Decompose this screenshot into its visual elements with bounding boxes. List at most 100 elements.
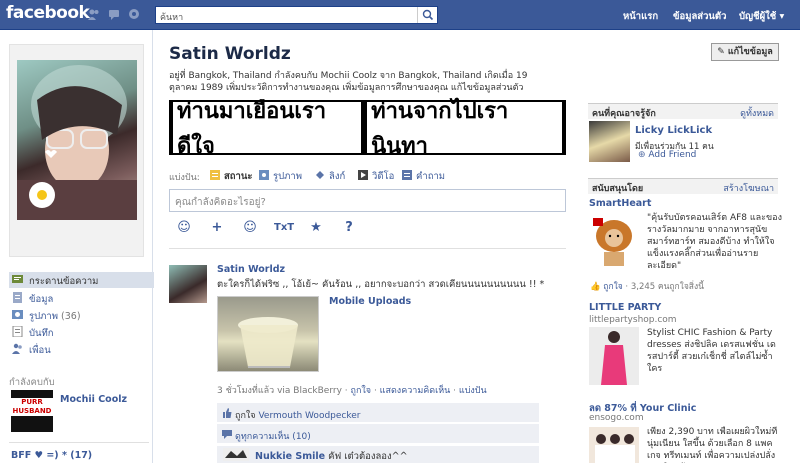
share-link[interactable]: แบ่งปัน (459, 386, 487, 396)
like-link[interactable]: ถูกใจ (351, 386, 372, 396)
ad-like-link[interactable]: ถูกใจ (603, 282, 622, 292)
comment-row: Nukkie Smile คัฟ เต๋วต้องลอง^^ (217, 446, 539, 463)
status-icon (210, 170, 220, 180)
profile-picture-frame (9, 44, 144, 257)
facebook-logo[interactable]: facebook (6, 3, 90, 23)
ad-image-clinic[interactable] (589, 427, 639, 463)
nav-home[interactable]: หน้าแรก (623, 9, 658, 24)
ad-text[interactable]: Stylist CHIC Fashion & Party dresses ส่ง… (647, 327, 782, 375)
wall-icon (12, 275, 23, 283)
ad-image-dog[interactable] (589, 214, 639, 272)
friend-requests-icon[interactable] (88, 8, 100, 20)
add-friend-button[interactable]: ⊕ Add Friend (638, 150, 696, 160)
create-ad-link[interactable]: สร้างโฆษณา (723, 181, 774, 195)
sidebar-item-label: รูปภาพ (36) (29, 311, 81, 322)
status-input[interactable]: คุณกำลังคิดอะไรอยู่? (175, 195, 266, 210)
star-tool[interactable]: ★ (306, 218, 326, 238)
pymk-see-all-link[interactable]: ดูทั้งหมด (740, 106, 774, 120)
sponsored-header: สนับสนุนโดย สร้างโฆษณา (588, 178, 778, 194)
help-tool[interactable]: ? (339, 218, 359, 238)
photos-icon (12, 310, 23, 319)
nav-account[interactable]: บัญชีผู้ใช้ ▾ (739, 9, 784, 24)
sidebar-item-notes[interactable]: บันทึก (9, 324, 154, 340)
divider (169, 248, 566, 249)
text-tool[interactable]: TxT (274, 218, 294, 238)
sponsored-heading: สนับสนุนโดย (592, 184, 644, 194)
comment-text: คัฟ เต๋วต้องลอง^^ (328, 451, 408, 462)
emoticon-tool[interactable]: ☺ (174, 218, 194, 238)
pymk-header: คนที่คุณอาจรู้จัก ดูทั้งหมด (588, 103, 778, 119)
ad-text[interactable]: เพียง 2,390 บาท เพื่อเผยผิวใหม่ที่นุ่มเน… (647, 426, 782, 463)
sidebar-item-label: กระดานข้อความ (29, 276, 99, 287)
sidebar-item-wall[interactable]: กระดานข้อความ (9, 272, 154, 288)
share-question-tab[interactable]: คำถาม (402, 169, 445, 184)
profile-picture[interactable] (17, 60, 137, 220)
commenter-name[interactable]: Nukkie Smile (255, 451, 325, 462)
story-text: ตะใครก็ได้ฟริซ ,, โอ้เย้~ คันร้อน ,, อยา… (217, 279, 545, 290)
ad-url[interactable]: littlepartyshop.com (589, 315, 677, 325)
edit-profile-label: แก้ไขข้อมูล (727, 47, 773, 57)
share-label: แบ่งปัน: (169, 173, 200, 183)
story-author-name[interactable]: Satin Worldz (217, 264, 285, 275)
friends-icon (12, 343, 22, 354)
search-box[interactable]: ค้นหา (155, 6, 438, 24)
sidebar-item-photos[interactable]: รูปภาพ (36) (9, 307, 154, 323)
sidebar-item-info[interactable]: ข้อมูล (9, 290, 154, 306)
question-icon (402, 170, 412, 180)
notifications-icon[interactable] (128, 8, 140, 20)
likes-row: ถูกใจ Vermouth Woodpecker (217, 403, 539, 423)
story-author-avatar[interactable] (169, 265, 207, 303)
banner-tile: ท่านจากไปเรานินทา (367, 98, 562, 159)
search-button[interactable] (417, 7, 437, 23)
sidebar-item-friends[interactable]: เพื่อน (9, 341, 154, 357)
edit-profile-button[interactable]: ✎ แก้ไขข้อมูล (711, 43, 779, 61)
comment-icon (222, 430, 232, 439)
ad-title[interactable]: SmartHeart (589, 198, 651, 209)
search-input[interactable]: ค้นหา (160, 10, 183, 24)
share-option-label: คำถาม (416, 171, 446, 182)
commenter-avatar[interactable] (223, 448, 249, 461)
ad-likes-count: 3,245 คนถูกใจสิ่งนี้ (630, 282, 704, 292)
share-option-label: ลิงก์ (329, 171, 346, 182)
share-option-label: รูปภาพ (273, 171, 302, 182)
pymk-heading: คนที่คุณอาจรู้จัก (592, 109, 656, 119)
ad-text[interactable]: "คุ้นรับบัตรคอนเสิร์ต AF8 และของรางวัลมา… (647, 212, 782, 272)
relationship-name[interactable]: Mochii Coolz (60, 394, 127, 405)
add-friend-label: Add Friend (648, 150, 697, 160)
photo-icon (259, 170, 269, 180)
add-tool[interactable]: + (207, 218, 227, 238)
nav-profile[interactable]: ข้อมูลส่วนตัว (673, 9, 726, 24)
relationship-avatar[interactable]: PURR HUSBAND (11, 390, 53, 432)
comment-link[interactable]: แสดงความคิดเห็น (380, 386, 451, 396)
photo-banner[interactable]: ท่านมาเยือนเราดีใจ ท่านจากไปเรานินทา (169, 98, 566, 159)
relationship-badge: PURR HUSBAND (11, 398, 53, 416)
story-photo[interactable] (217, 296, 319, 372)
smiley-tool[interactable]: ☺ (240, 218, 260, 238)
story-meta: 3 ชั่วโมงที่แล้ว via BlackBerry · ถูกใจ … (217, 386, 487, 396)
likes-prefix: ถูกใจ (235, 411, 256, 421)
liker-name[interactable]: Vermouth Woodpecker (258, 411, 360, 421)
ad-image-dress[interactable] (589, 327, 639, 385)
glass-illustration (238, 317, 298, 368)
share-photo-tab[interactable]: รูปภาพ (259, 169, 302, 184)
share-status-tab[interactable]: สถานะ (210, 169, 252, 184)
friends-list-link[interactable]: BFF ♥ =) * (17) (11, 450, 92, 461)
sidebar-item-label: บันทึก (29, 328, 54, 339)
share-video-tab[interactable]: วิดีโอ (358, 169, 394, 184)
pymk-avatar[interactable] (589, 121, 630, 162)
search-icon (422, 9, 434, 21)
share-link-tab[interactable]: ลิงก์ (315, 169, 345, 184)
notes-icon (12, 326, 23, 337)
profile-name[interactable]: Satin Worldz (169, 44, 291, 64)
view-comments-link[interactable]: ดูทุกความเห็น (10) (235, 432, 311, 442)
pymk-name[interactable]: Licky LickLick (635, 125, 712, 136)
ad-title[interactable]: LITTLE PARTY (589, 302, 661, 313)
status-composer[interactable]: คุณกำลังคิดอะไรอยู่? (169, 189, 566, 212)
album-link[interactable]: Mobile Uploads (329, 296, 411, 307)
thumbs-up-icon (223, 408, 232, 418)
story-time[interactable]: 3 ชั่วโมงที่แล้ว via BlackBerry (217, 386, 342, 396)
ad-url[interactable]: ensogo.com (589, 413, 644, 423)
view-comments-row[interactable]: ดูทุกความเห็น (10) (217, 424, 539, 444)
ad-thumbs-up-icon: 👍 (590, 282, 601, 292)
messages-icon[interactable] (108, 8, 120, 20)
